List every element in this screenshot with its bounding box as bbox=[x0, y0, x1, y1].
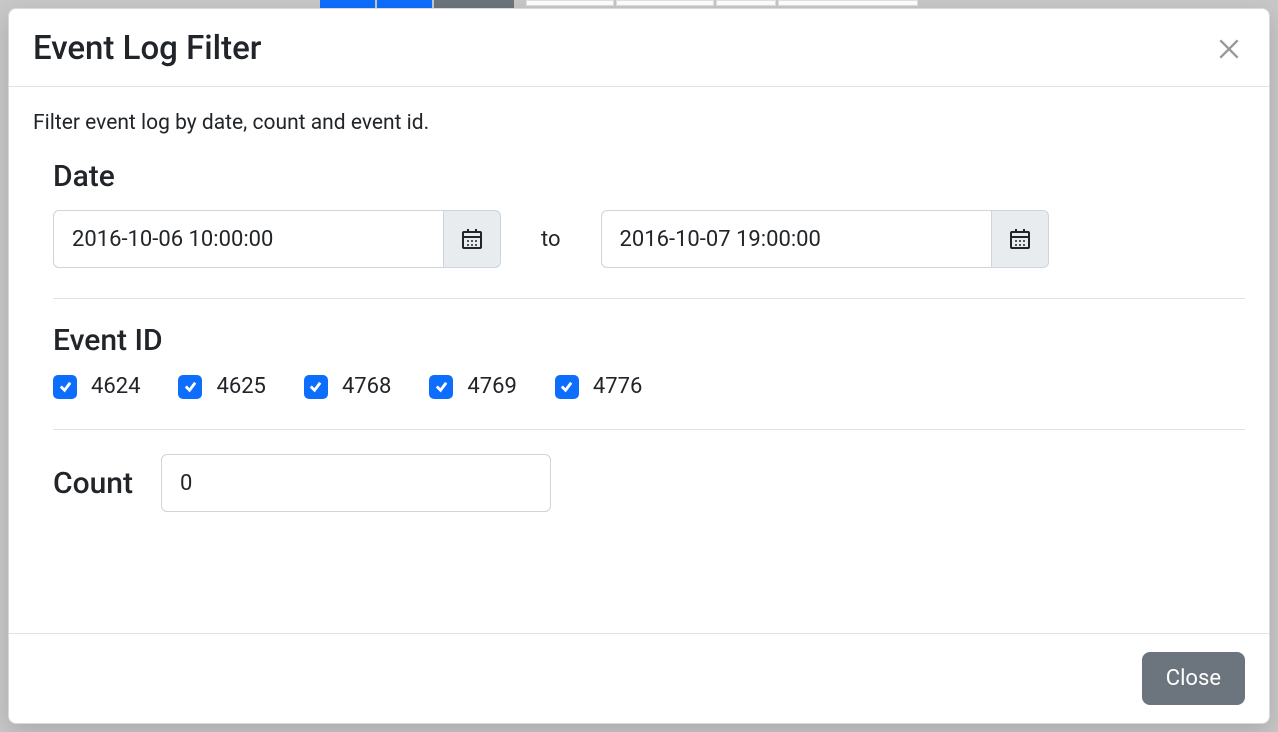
divider bbox=[53, 429, 1245, 430]
date-to-label: to bbox=[501, 227, 601, 252]
calendar-icon bbox=[460, 227, 484, 251]
checkbox-item-4768: 4768 bbox=[304, 374, 391, 399]
check-icon bbox=[559, 379, 574, 394]
event-log-filter-modal: Event Log Filter Filter event log by dat… bbox=[8, 8, 1270, 724]
check-icon bbox=[434, 379, 449, 394]
modal-footer: Close bbox=[9, 633, 1269, 723]
background-buttons bbox=[320, 0, 918, 8]
checkbox-item-4769: 4769 bbox=[429, 374, 516, 399]
close-footer-button[interactable]: Close bbox=[1142, 652, 1245, 705]
check-icon bbox=[308, 379, 323, 394]
event-id-checkbox-row: 4624 4625 4768 bbox=[53, 374, 1245, 399]
checkbox-4768[interactable] bbox=[304, 375, 328, 399]
modal-title: Event Log Filter bbox=[33, 29, 261, 68]
count-row: Count bbox=[53, 454, 1245, 512]
date-to-picker-button[interactable] bbox=[991, 210, 1049, 268]
checkbox-4624[interactable] bbox=[53, 375, 77, 399]
checkbox-4625[interactable] bbox=[178, 375, 202, 399]
divider bbox=[53, 298, 1245, 299]
date-section: Date bbox=[33, 159, 1245, 512]
date-row: to bbox=[53, 210, 1245, 268]
checkbox-item-4776: 4776 bbox=[555, 374, 642, 399]
calendar-icon bbox=[1008, 227, 1032, 251]
checkbox-label: 4768 bbox=[342, 374, 391, 399]
checkbox-item-4625: 4625 bbox=[178, 374, 265, 399]
checkbox-label: 4624 bbox=[91, 374, 140, 399]
modal-header: Event Log Filter bbox=[9, 9, 1269, 87]
count-input[interactable] bbox=[161, 454, 551, 512]
checkbox-label: 4769 bbox=[467, 374, 516, 399]
date-from-picker-button[interactable] bbox=[443, 210, 501, 268]
event-id-title: Event ID bbox=[53, 323, 1245, 358]
checkbox-4776[interactable] bbox=[555, 375, 579, 399]
checkbox-label: 4625 bbox=[216, 374, 265, 399]
checkbox-item-4624: 4624 bbox=[53, 374, 140, 399]
date-from-group bbox=[53, 210, 501, 268]
check-icon bbox=[58, 379, 73, 394]
date-from-input[interactable] bbox=[53, 210, 443, 268]
date-to-group bbox=[601, 210, 1049, 268]
date-title: Date bbox=[53, 159, 1245, 194]
close-icon bbox=[1216, 36, 1242, 62]
count-title: Count bbox=[53, 466, 133, 501]
checkbox-label: 4776 bbox=[593, 374, 642, 399]
date-to-input[interactable] bbox=[601, 210, 991, 268]
modal-body: Filter event log by date, count and even… bbox=[9, 87, 1269, 633]
check-icon bbox=[183, 379, 198, 394]
checkbox-4769[interactable] bbox=[429, 375, 453, 399]
modal-description: Filter event log by date, count and even… bbox=[33, 111, 1245, 135]
close-button[interactable] bbox=[1213, 33, 1245, 65]
